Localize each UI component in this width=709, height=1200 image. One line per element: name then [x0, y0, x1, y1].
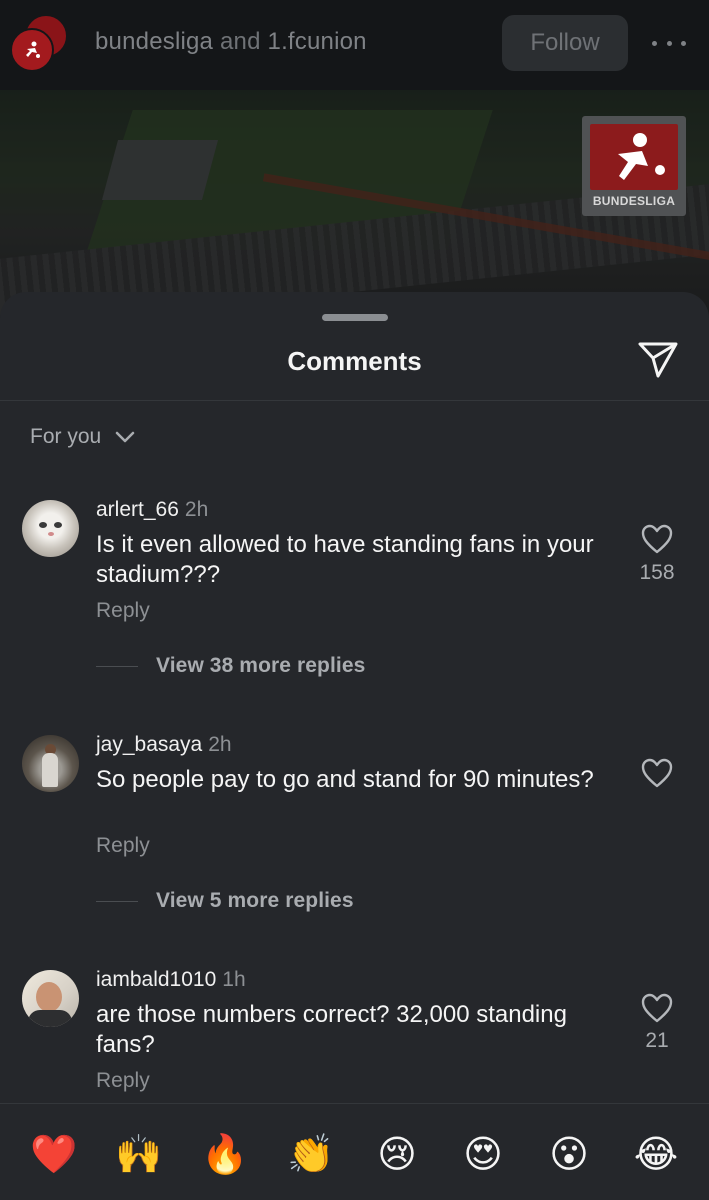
emoji-reactions-bar: ❤️ 🙌 🔥 👏 😢 😍 😮 😂 — [0, 1103, 709, 1200]
sort-label: For you — [30, 425, 102, 448]
replies-line — [96, 900, 138, 902]
view-more-replies[interactable]: View 38 more replies — [96, 654, 365, 678]
drag-handle[interactable] — [322, 314, 388, 321]
bundesliga-player-icon — [618, 133, 665, 180]
heart-icon[interactable] — [640, 992, 674, 1024]
reaction-heart[interactable]: ❤️ — [30, 1130, 78, 1178]
post-title[interactable]: bundesliga and 1.fcunion — [95, 28, 367, 56]
sheet-divider — [0, 400, 709, 401]
comment-username[interactable]: iambald1010 1h — [96, 968, 246, 992]
reaction-clap[interactable]: 👏 — [287, 1130, 335, 1178]
avatar[interactable] — [22, 500, 79, 557]
post-user-2[interactable]: 1.fcunion — [268, 28, 367, 55]
send-icon[interactable] — [636, 340, 680, 380]
bundesliga-player-icon — [26, 41, 40, 58]
chevron-down-icon — [115, 431, 135, 443]
reaction-laughing[interactable]: 😂 — [632, 1130, 680, 1178]
comment-username-text[interactable]: jay_basaya — [96, 733, 202, 756]
reply-button[interactable]: Reply — [96, 834, 150, 858]
heart-icon[interactable] — [640, 523, 674, 555]
post-header: bundesliga and 1.fcunion Follow — [0, 0, 709, 90]
avatar-bundesliga[interactable] — [10, 28, 54, 72]
comment-username[interactable]: arlert_66 2h — [96, 498, 208, 522]
comment-time: 2h — [208, 733, 232, 756]
comment-username-text[interactable]: iambald1010 — [96, 968, 216, 991]
like-count: 21 — [645, 1029, 669, 1052]
like-count: 158 — [639, 561, 675, 584]
collab-avatars[interactable] — [10, 14, 74, 78]
comment-time: 2h — [184, 498, 209, 521]
reaction-heart-eyes[interactable]: 😍 — [459, 1130, 507, 1178]
comment-username-text[interactable]: arlert_66 — [96, 498, 179, 521]
sort-dropdown[interactable]: For you — [30, 425, 135, 449]
bundesliga-logo-text: BUNDESLIGA — [592, 194, 676, 208]
view-more-replies-label[interactable]: View 38 more replies — [156, 654, 365, 678]
reaction-raised-hands[interactable]: 🙌 — [115, 1130, 163, 1178]
comment-text: So people pay to go and stand for 90 min… — [96, 766, 594, 793]
reply-button[interactable]: Reply — [96, 599, 150, 623]
bundesliga-logo: BUNDESLIGA — [582, 116, 686, 216]
comment-text: are those numbers correct? 32,000 standi… — [96, 1001, 567, 1058]
comment-time: 1h — [222, 968, 246, 991]
reaction-crying[interactable]: 😢 — [373, 1130, 421, 1178]
comment-username[interactable]: jay_basaya 2h — [96, 733, 232, 757]
view-more-replies-label[interactable]: View 5 more replies — [156, 889, 354, 913]
heart-icon[interactable] — [640, 757, 674, 789]
post-title-and: and — [219, 28, 261, 55]
sheet-title: Comments — [287, 346, 422, 376]
avatar[interactable] — [22, 735, 79, 792]
reaction-surprised[interactable]: 😮 — [545, 1130, 593, 1178]
reaction-fire[interactable]: 🔥 — [201, 1130, 249, 1178]
replies-line — [96, 665, 138, 667]
avatar[interactable] — [22, 970, 79, 1027]
comment-text: Is it even allowed to have standing fans… — [96, 531, 594, 588]
follow-button[interactable]: Follow — [502, 15, 628, 71]
post-user-1[interactable]: bundesliga — [95, 28, 213, 55]
reply-button[interactable]: Reply — [96, 1069, 150, 1093]
comments-sheet: Comments For you arlert_66 2h Is it even … — [0, 292, 709, 1200]
more-horizontal-icon[interactable] — [652, 28, 686, 58]
view-more-replies[interactable]: View 5 more replies — [96, 889, 354, 913]
